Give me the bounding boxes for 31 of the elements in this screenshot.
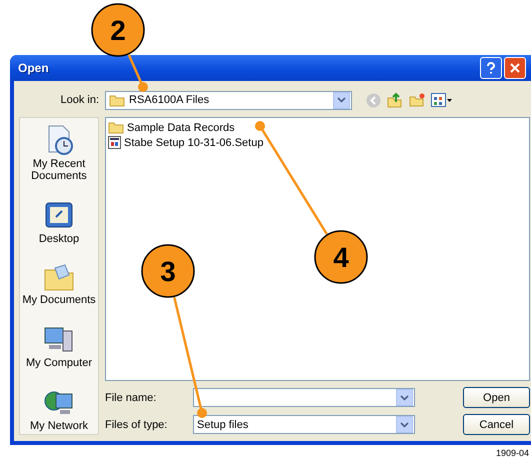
folder-icon — [109, 94, 125, 106]
file-item[interactable]: Sample Data Records — [127, 122, 235, 134]
look-in-label: Look in: — [59, 94, 99, 106]
places-item[interactable]: My Network — [30, 388, 88, 432]
places-item[interactable]: My Recent Documents — [20, 124, 98, 182]
folder-icon — [42, 264, 75, 292]
files-of-type-dropdown[interactable]: Setup files — [193, 415, 415, 434]
places-item[interactable]: Desktop — [38, 201, 80, 245]
view-menu-icon[interactable] — [431, 93, 453, 107]
callout-badge: 3 — [141, 244, 195, 298]
callout-badge: 2 — [91, 3, 145, 57]
cancel-button[interactable]: Cancel — [463, 414, 530, 435]
places-item[interactable]: My Computer — [26, 325, 92, 369]
places-item[interactable]: My Documents — [22, 264, 96, 306]
leader-line — [128, 54, 148, 92]
files-of-type-label: Files of type: — [105, 418, 168, 430]
help-icon[interactable] — [480, 57, 502, 79]
file-name-field[interactable] — [193, 388, 415, 407]
open-button[interactable]: Open — [463, 387, 530, 408]
file-name-label: File name: — [105, 392, 158, 404]
close-icon[interactable] — [504, 57, 526, 79]
look-in-dropdown[interactable]: RSA6100A Files — [105, 90, 352, 110]
callout-badge: 4 — [314, 230, 368, 284]
window-title: Open — [18, 61, 49, 75]
folder-icon — [108, 121, 124, 134]
new-folder-icon[interactable] — [409, 93, 425, 107]
file-item[interactable]: Stabe Setup 10-31-06.Setup — [124, 136, 264, 148]
back-icon[interactable] — [366, 92, 381, 108]
document-icon — [108, 136, 121, 149]
up-folder-icon[interactable] — [387, 92, 403, 108]
figure-id: 1909-04 — [496, 448, 529, 458]
